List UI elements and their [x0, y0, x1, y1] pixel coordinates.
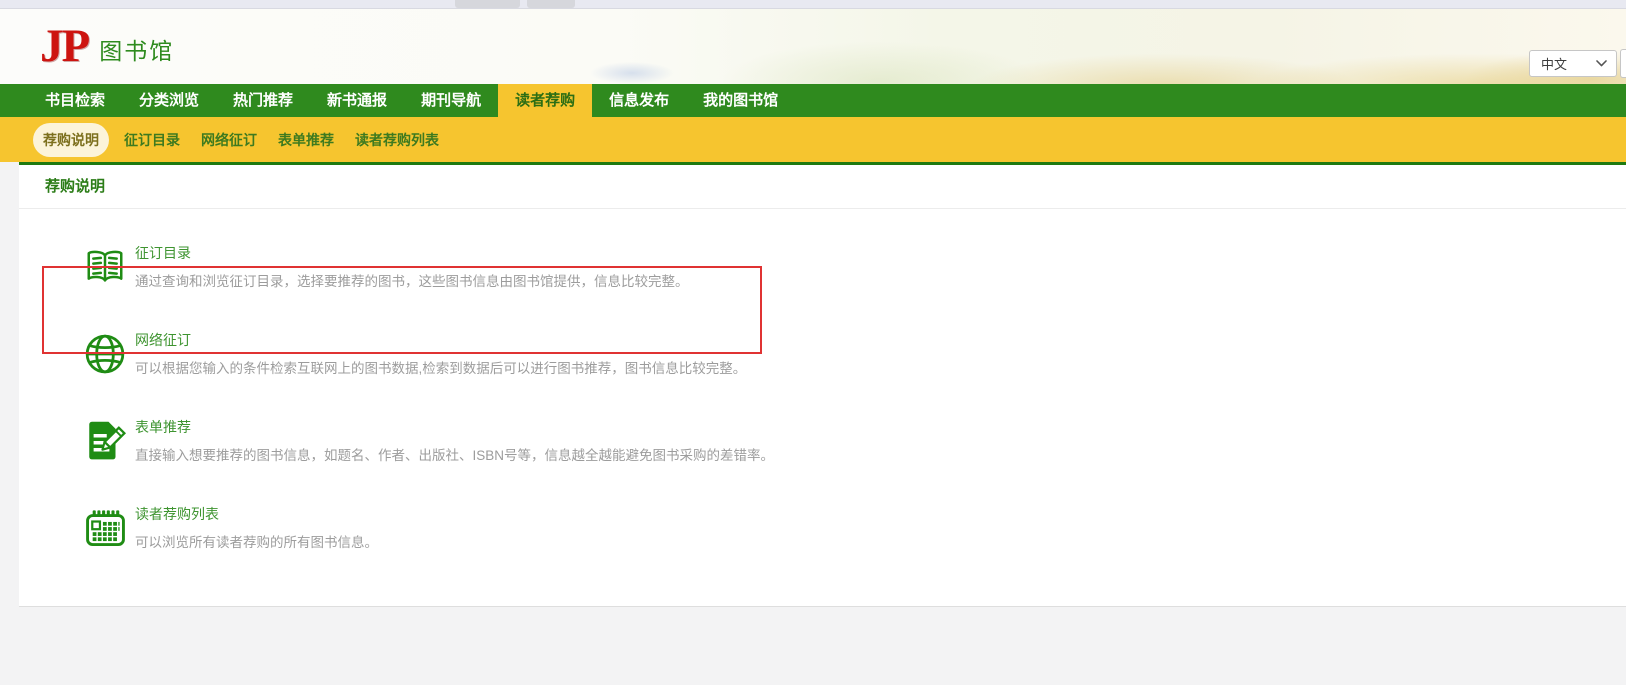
nav-item-journal-navigation[interactable]: 期刊导航 [404, 84, 498, 117]
content-panel: 荐购说明 征订目录 通过查询和浏览征订目录，选择要推荐的图书，这些图书信息由图书… [19, 162, 1626, 607]
chevron-down-icon [1596, 60, 1607, 67]
library-opac-page: JP 图书馆 中文 书目检索 分类浏览 热门推荐 新书通报 期刊导航 读者荐购 … [0, 0, 1626, 685]
subnav-item-form-recommendation[interactable]: 表单推荐 [278, 130, 334, 150]
subnav-item-reader-recommendation-list[interactable]: 读者荐购列表 [355, 130, 439, 150]
nav-item-my-library[interactable]: 我的图书馆 [686, 84, 795, 117]
feature-item-online-ordering[interactable]: 网络征订 可以根据您输入的条件检索互联网上的图书数据,检索到数据后可以进行图书推… [19, 310, 1626, 397]
language-select-value: 中文 [1541, 54, 1567, 73]
feature-text: 征订目录 通过查询和浏览征订目录，选择要推荐的图书，这些图书信息由图书馆提供，信… [135, 243, 689, 290]
main-nav: 书目检索 分类浏览 热门推荐 新书通报 期刊导航 读者荐购 信息发布 我的图书馆 [0, 84, 1626, 117]
feature-item-order-catalog[interactable]: 征订目录 通过查询和浏览征订目录，选择要推荐的图书，这些图书信息由图书馆提供，信… [19, 223, 1626, 310]
subnav-item-online-ordering[interactable]: 网络征订 [201, 130, 257, 150]
feature-description: 可以浏览所有读者荐购的所有图书信息。 [135, 531, 378, 551]
globe-icon [83, 330, 127, 378]
feature-item-form-recommendation[interactable]: 表单推荐 直接输入想要推荐的图书信息，如题名、作者、出版社、ISBN号等，信息越… [19, 397, 1626, 484]
browser-tab-remnant [527, 0, 575, 8]
site-name: 图书馆 [99, 32, 174, 66]
site-header: JP 图书馆 中文 [0, 9, 1626, 84]
document-pencil-icon [83, 417, 127, 465]
page-title: 荐购说明 [19, 165, 1626, 209]
feature-title[interactable]: 表单推荐 [135, 417, 774, 437]
nav-item-new-book-announcements[interactable]: 新书通报 [310, 84, 404, 117]
feature-text: 表单推荐 直接输入想要推荐的图书信息，如题名、作者、出版社、ISBN号等，信息越… [135, 417, 774, 464]
feature-description: 直接输入想要推荐的图书信息，如题名、作者、出版社、ISBN号等，信息越全越能避免… [135, 444, 774, 464]
nav-item-hot-recommendations[interactable]: 热门推荐 [216, 84, 310, 117]
open-book-icon [83, 243, 127, 291]
feature-title[interactable]: 征订目录 [135, 243, 689, 263]
sub-nav: 荐购说明 征订目录 网络征订 表单推荐 读者荐购列表 [0, 117, 1626, 162]
nav-item-information-release[interactable]: 信息发布 [592, 84, 686, 117]
feature-title[interactable]: 读者荐购列表 [135, 504, 378, 524]
feature-item-reader-recommendation-list[interactable]: 读者荐购列表 可以浏览所有读者荐购的所有图书信息。 [19, 484, 1626, 571]
subnav-item-recommendation-intro[interactable]: 荐购说明 [33, 123, 109, 157]
browser-tab-remnant [455, 0, 520, 8]
feature-description: 可以根据您输入的条件检索互联网上的图书数据,检索到数据后可以进行图书推荐，图书信… [135, 357, 746, 377]
feature-list: 征订目录 通过查询和浏览征订目录，选择要推荐的图书，这些图书信息由图书馆提供，信… [19, 209, 1626, 571]
site-logo[interactable]: JP 图书馆 [40, 23, 174, 70]
language-select[interactable]: 中文 [1529, 50, 1617, 77]
feature-text: 读者荐购列表 可以浏览所有读者荐购的所有图书信息。 [135, 504, 378, 551]
feature-text: 网络征订 可以根据您输入的条件检索互联网上的图书数据,检索到数据后可以进行图书推… [135, 330, 746, 377]
calendar-icon [83, 504, 127, 552]
feature-title[interactable]: 网络征订 [135, 330, 746, 350]
logo-jp-text: JP [40, 23, 88, 70]
nav-item-catalog-search[interactable]: 书目检索 [28, 84, 122, 117]
subnav-item-order-catalog[interactable]: 征订目录 [124, 130, 180, 150]
nav-item-category-browse[interactable]: 分类浏览 [122, 84, 216, 117]
nav-item-reader-recommendation[interactable]: 读者荐购 [498, 84, 592, 117]
browser-remnant-strip [0, 0, 1626, 9]
feature-description: 通过查询和浏览征订目录，选择要推荐的图书，这些图书信息由图书馆提供，信息比较完整… [135, 270, 689, 290]
partial-edge-button[interactable] [1620, 49, 1626, 78]
